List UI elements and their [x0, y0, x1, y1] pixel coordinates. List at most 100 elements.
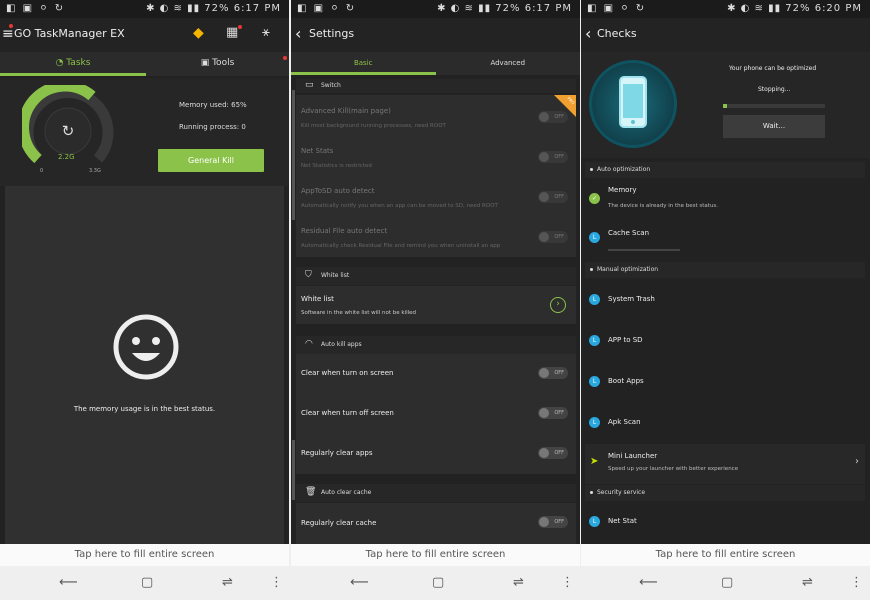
toggle-switch[interactable]: OFF — [538, 111, 568, 123]
notification-dot — [238, 25, 242, 29]
section-auto-kill: ◠ Auto kill apps — [296, 336, 576, 354]
back-icon[interactable]: ‹ — [295, 24, 301, 43]
chevron-right-icon[interactable]: › — [855, 456, 859, 467]
section-white-list: ⛉ White list — [296, 267, 576, 285]
tab-bar: ◔ Tasks ▣ Tools — [0, 52, 289, 76]
scrollbar[interactable] — [292, 90, 295, 220]
process-list-area: The memory usage is in the best status. — [5, 186, 284, 544]
app-bar: ‹ Checks — [581, 18, 870, 52]
toggle-switch[interactable]: OFF — [538, 191, 568, 203]
taskmanager-screen: ◧ ▣ ⚪ ↻ ✱ ◐ ≋ ▮▮ 72% 6:17 PM ≡ GO TaskMa… — [0, 0, 289, 544]
page-title: Checks — [597, 27, 637, 40]
more-icon[interactable]: ⋮ — [270, 575, 283, 590]
notification-dot — [283, 56, 287, 60]
setting-row-net-stats[interactable]: Net Stats Net Statistics is restricted O… — [296, 141, 576, 181]
back-icon[interactable]: ⟵ — [59, 575, 78, 590]
toggle-switch[interactable]: OFF — [538, 447, 568, 459]
section-security-service: Security service — [585, 485, 865, 501]
tab-bar: Basic Advanced — [291, 52, 580, 75]
loading-icon: L — [589, 335, 600, 346]
memory-used: Memory used: 65% — [179, 101, 247, 109]
bullet — [590, 268, 593, 271]
back-icon[interactable]: ⟵ — [350, 575, 369, 590]
gauge-min: 0 — [40, 168, 44, 174]
section-switch: ▭ Switch — [296, 79, 576, 93]
bullet — [590, 168, 593, 171]
recent-apps-icon[interactable]: ⇌ — [222, 575, 233, 590]
grid-icon[interactable]: ▦ — [226, 25, 238, 40]
magic-wand-icon[interactable]: ⚹ — [262, 25, 270, 40]
status-time: 6:20 PM — [814, 3, 862, 14]
recent-apps-icon[interactable]: ⇌ — [802, 575, 813, 590]
status-icons: ✱ ◐ ≋ ▮▮ — [146, 3, 205, 14]
setting-row-clear-on[interactable]: Clear when turn on screen OFF — [296, 354, 576, 394]
fill-screen-bar[interactable]: Tap here to fill entire screen — [581, 544, 870, 566]
check-item-mini-launcher[interactable]: ➤ Mini Launcher Speed up your launcher w… — [585, 444, 865, 484]
home-icon[interactable]: ▢ — [141, 575, 153, 590]
gauge-value: 2.2G — [58, 153, 75, 161]
tab-tasks[interactable]: ◔ Tasks — [0, 52, 146, 76]
bullet — [590, 491, 593, 494]
more-icon[interactable]: ⋮ — [850, 575, 863, 590]
toggle-switch[interactable]: OFF — [538, 151, 568, 163]
toggle-switch[interactable]: OFF — [538, 407, 568, 419]
check-item-net-stat[interactable]: L Net Stat — [585, 501, 865, 541]
check-item-memory[interactable]: ✓ Memory The device is already in the be… — [585, 178, 865, 218]
svg-text:↻: ↻ — [62, 122, 75, 140]
check-item-cache-scan[interactable]: L Cache Scan — [585, 220, 865, 260]
general-kill-button[interactable]: General Kill — [158, 149, 264, 172]
stopping-status: Stopping... — [758, 86, 791, 93]
check-icon: ✓ — [589, 193, 600, 204]
wait-button[interactable]: Wait... — [723, 115, 825, 138]
setting-row-clear-cache[interactable]: Regularly clear cache OFF — [296, 503, 576, 543]
toggle-switch[interactable]: OFF — [538, 367, 568, 379]
loading-icon: L — [589, 376, 600, 387]
loading-icon: L — [589, 294, 600, 305]
menu-icon[interactable]: ≡ — [2, 26, 14, 42]
toggle-switch[interactable]: OFF — [538, 231, 568, 243]
toggle-switch[interactable]: OFF — [538, 516, 568, 528]
tab-advanced[interactable]: Advanced — [436, 52, 581, 75]
back-icon[interactable]: ‹ — [585, 24, 591, 43]
smiley-icon — [113, 314, 179, 380]
scrollbar[interactable] — [292, 440, 295, 500]
app-bar: ‹ Settings — [291, 18, 580, 52]
status-bar: ◧ ▣ ⚪ ↻ ✱ ◐ ≋ ▮▮ 72% 6:17 PM — [291, 0, 580, 18]
memory-panel: ↻ 2.2G 0 3.3G Memory used: 65% Running p… — [0, 78, 289, 186]
check-item-boot-apps[interactable]: L Boot Apps — [585, 362, 865, 402]
setting-row-apptosd[interactable]: AppToSD auto detect Automatically notify… — [296, 181, 576, 221]
fill-screen-bar[interactable]: Tap here to fill entire screen — [291, 544, 580, 566]
setting-row-residual[interactable]: Residual File auto detect Automatically … — [296, 221, 576, 261]
notification-dot — [9, 24, 13, 28]
optimize-status: Your phone can be optimized — [729, 65, 817, 72]
setting-row-clear-off[interactable]: Clear when turn off screen OFF — [296, 394, 576, 434]
chevron-right-icon[interactable]: › — [550, 297, 566, 313]
battery-level: 72% — [204, 3, 230, 14]
check-item-apk-scan[interactable]: L Apk Scan — [585, 403, 865, 443]
back-icon[interactable]: ⟵ — [639, 575, 658, 590]
white-list-row[interactable]: White list Software in the white list wi… — [296, 286, 576, 324]
check-item-app-to-sd[interactable]: L APP to SD — [585, 321, 865, 361]
home-icon[interactable]: ▢ — [432, 575, 444, 590]
phone-icon — [619, 76, 647, 128]
setting-row-regular-clear[interactable]: Regularly clear apps OFF — [296, 434, 576, 474]
trash-icon: 🗑 — [305, 487, 317, 497]
status-time: 6:17 PM — [233, 3, 281, 14]
recent-apps-icon[interactable]: ⇌ — [513, 575, 524, 590]
loading-icon: L — [589, 516, 600, 527]
gem-icon[interactable]: ◆ — [193, 25, 204, 41]
tab-tasks-label: Tasks — [66, 58, 91, 68]
status-time: 6:17 PM — [524, 3, 572, 14]
empty-message: The memory usage is in the best status. — [73, 405, 216, 413]
home-icon[interactable]: ▢ — [721, 575, 733, 590]
setting-row-advanced-kill[interactable]: Advanced Kill(main page) Kill most backg… — [296, 101, 576, 141]
tab-tools[interactable]: ▣ Tools — [146, 52, 289, 76]
check-item-system-trash[interactable]: L System Trash — [585, 280, 865, 320]
cache-progress — [608, 249, 680, 251]
tab-basic[interactable]: Basic — [291, 52, 436, 75]
more-icon[interactable]: ⋮ — [561, 575, 574, 590]
app-bar: ≡ GO TaskManager EX ◆ ▦ ⚹ — [0, 18, 289, 52]
fill-screen-bar[interactable]: Tap here to fill entire screen — [0, 544, 289, 566]
launcher-icon: ➤ — [590, 456, 599, 467]
system-nav-bar: ⟵ ▢ ⇌ ⋮ ⟵ ▢ ⇌ ⋮ ⟵ ▢ ⇌ ⋮ — [0, 566, 870, 600]
